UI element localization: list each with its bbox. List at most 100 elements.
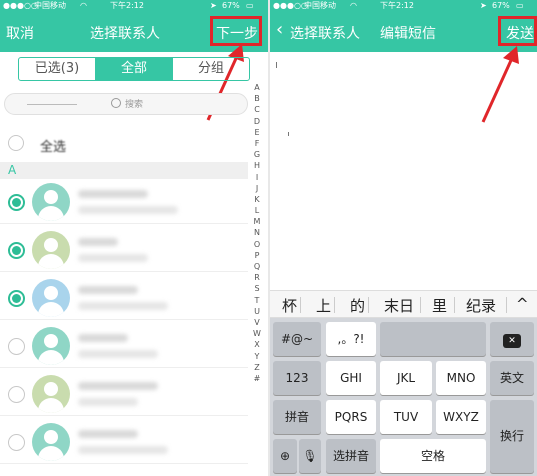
alphabet-letter[interactable]: H (250, 160, 264, 171)
alphabet-index[interactable]: A B C D E F G H I J K L M N O P Q R S T U V W X Y Z # (250, 82, 264, 384)
cancel-button[interactable]: 取消 (6, 23, 34, 43)
alphabet-letter[interactable]: Y (250, 351, 264, 362)
location-icon: ➤ (480, 1, 487, 10)
screenshot-root: ●●●○○ 中国移动 ◠ 下午2:12 ➤ 67% ▭ 取消 选择联系人 下一步… (0, 0, 537, 476)
contact-row[interactable] (0, 372, 248, 416)
alphabet-letter[interactable]: X (250, 339, 264, 350)
candidate-1[interactable]: 杯 (282, 295, 297, 316)
alphabet-letter[interactable]: # (250, 373, 264, 384)
pinyin-key[interactable]: 拼音 (273, 400, 321, 434)
alphabet-letter[interactable]: T (250, 295, 264, 306)
alphabet-letter[interactable]: L (250, 205, 264, 216)
contact-checkbox[interactable] (8, 194, 25, 211)
battery-label: 67% (222, 1, 240, 10)
alphabet-letter[interactable]: E (250, 127, 264, 138)
numbers-key[interactable]: 123 (273, 361, 321, 395)
battery-label: 67% (492, 1, 510, 10)
select-all-row[interactable]: 全选 (0, 130, 248, 160)
punctuation-key[interactable]: ,。?! (326, 322, 376, 356)
blurred-contact-number (78, 206, 178, 214)
message-body-input[interactable] (270, 52, 537, 290)
blurred-contact-number (78, 350, 158, 358)
contact-checkbox[interactable] (8, 434, 25, 451)
alphabet-letter[interactable]: D (250, 116, 264, 127)
alphabet-letter[interactable]: G (250, 149, 264, 160)
contact-checkbox[interactable] (8, 338, 25, 355)
candidate-3[interactable]: 的 (350, 295, 365, 316)
blurred-contact-name (78, 382, 158, 390)
back-chevron-icon[interactable]: ‹ (276, 19, 283, 40)
space-key[interactable]: 空格 (380, 439, 486, 473)
candidate-4[interactable]: 末日 (384, 295, 414, 316)
microphone-key[interactable]: 🎙 (299, 439, 321, 473)
tab-all[interactable]: 全部 (95, 58, 173, 80)
keyboard-blank (380, 322, 486, 356)
alphabet-letter[interactable]: M (250, 216, 264, 227)
alphabet-letter[interactable]: U (250, 306, 264, 317)
avatar (32, 375, 70, 413)
alphabet-letter[interactable]: J (250, 183, 264, 194)
contact-row[interactable] (0, 228, 248, 272)
globe-icon: ⊕ (279, 449, 291, 463)
english-key[interactable]: 英文 (490, 361, 534, 395)
contact-row[interactable] (0, 180, 248, 224)
tuv-key[interactable]: TUV (380, 400, 432, 434)
alphabet-letter[interactable]: P (250, 250, 264, 261)
select-pinyin-key[interactable]: 选拼音 (326, 439, 376, 473)
alphabet-letter[interactable]: V (250, 317, 264, 328)
blurred-contact-number (78, 254, 148, 262)
location-icon: ➤ (210, 1, 217, 10)
search-input[interactable]: 搜索 (4, 93, 248, 115)
signal-icon: ●●●○○ (273, 1, 308, 10)
contact-row[interactable] (0, 324, 248, 368)
avatar (32, 423, 70, 461)
jkl-key[interactable]: JKL (380, 361, 432, 395)
candidate-2[interactable]: 上 (316, 295, 331, 316)
expand-candidates-icon[interactable]: ^ (516, 295, 529, 313)
blurred-contact-number (78, 302, 168, 310)
search-icon (111, 98, 121, 108)
mno-key[interactable]: MNO (436, 361, 486, 395)
wxyz-key[interactable]: WXYZ (436, 400, 486, 434)
alphabet-letter[interactable]: K (250, 194, 264, 205)
tab-selected[interactable]: 已选(3) (19, 58, 95, 80)
contact-checkbox[interactable] (8, 242, 25, 259)
status-bar: ●●●○○ 中国移动 ◠ 下午2:12 ➤ 67% ▭ (270, 0, 537, 12)
globe-key[interactable]: ⊕ (273, 439, 297, 473)
blurred-contact-name (78, 430, 138, 438)
back-button[interactable]: 选择联系人 (290, 23, 360, 43)
select-all-label: 全选 (40, 140, 67, 155)
alphabet-letter[interactable]: C (250, 104, 264, 115)
delete-key[interactable]: ✕ (490, 322, 534, 356)
select-all-checkbox[interactable] (8, 135, 24, 151)
alphabet-letter[interactable]: B (250, 93, 264, 104)
contact-row[interactable] (0, 276, 248, 320)
select-contacts-screen: ●●●○○ 中国移动 ◠ 下午2:12 ➤ 67% ▭ 取消 选择联系人 下一步… (0, 0, 268, 476)
pqrs-key[interactable]: PQRS (326, 400, 376, 434)
contact-checkbox[interactable] (8, 290, 25, 307)
ghi-key[interactable]: GHI (326, 361, 376, 395)
search-decoration (27, 104, 77, 105)
alphabet-letter[interactable]: S (250, 283, 264, 294)
keyboard: #@~ ,。?! ✕ 123 GHI JKL MNO 英文 拼音 PQRS TU… (270, 318, 537, 476)
contact-row[interactable] (0, 420, 248, 464)
alphabet-letter[interactable]: O (250, 239, 264, 250)
alphabet-letter[interactable]: W (250, 328, 264, 339)
alphabet-letter[interactable]: R (250, 272, 264, 283)
alphabet-letter[interactable]: Q (250, 261, 264, 272)
alphabet-letter[interactable]: F (250, 138, 264, 149)
symbols-key[interactable]: #@~ (273, 322, 321, 356)
newline-key[interactable]: 换行 (490, 400, 534, 473)
alphabet-letter[interactable]: N (250, 227, 264, 238)
contact-checkbox[interactable] (8, 386, 25, 403)
candidate-5[interactable]: 里 (432, 295, 447, 316)
alphabet-letter[interactable]: A (250, 82, 264, 93)
alphabet-letter[interactable]: Z (250, 362, 264, 373)
carrier-label: 中国移动 (304, 1, 336, 10)
highlight-box-send (498, 16, 537, 46)
candidate-6[interactable]: 纪录 (466, 295, 496, 316)
tab-groups[interactable]: 分组 (173, 58, 249, 80)
blurred-contact-name (78, 286, 138, 294)
wifi-icon: ◠ (350, 1, 357, 10)
alphabet-letter[interactable]: I (250, 172, 264, 183)
